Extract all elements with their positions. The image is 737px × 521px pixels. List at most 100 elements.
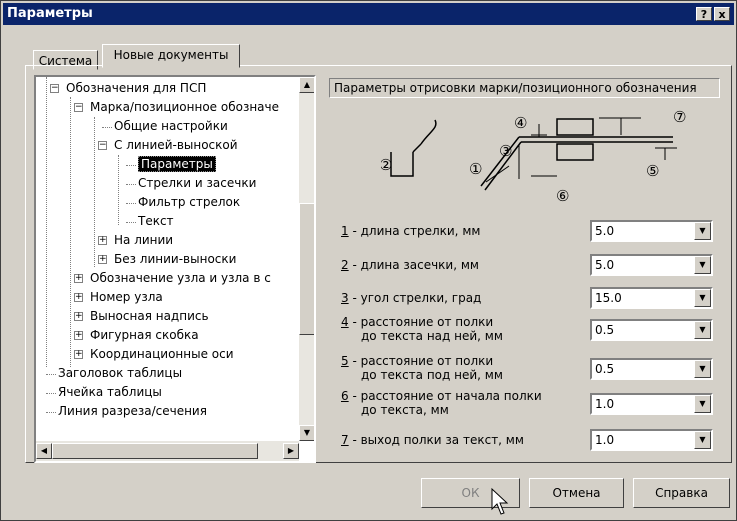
dropdown-arrow-icon[interactable]: ▼ [694, 222, 711, 240]
dropdown-arrow-icon[interactable]: ▼ [694, 289, 711, 307]
param-label-6: 6 - расстояние от начала полки до текста,… [341, 389, 542, 417]
expand-icon[interactable]: + [74, 274, 83, 283]
tree-item[interactable]: Марка/позиционное обозначе [90, 98, 279, 117]
tree-item-label: Марка/позиционное обозначе [90, 100, 280, 114]
tree-item-label: Выносная надпись [90, 309, 209, 323]
tree-item-label: Обозначение узла и узла в с [90, 271, 271, 285]
tree-item[interactable]: Общие настройки [114, 117, 228, 136]
param-label-3: 3 - угол стрелки, град [341, 291, 481, 305]
diagram-label-4: ④ [514, 114, 527, 132]
tree-connector [46, 393, 56, 394]
param-combo-7[interactable]: 1.0 ▼ [590, 429, 713, 451]
param-combo-3[interactable]: 15.0 ▼ [590, 287, 713, 309]
mouse-cursor-icon [491, 487, 509, 515]
tree-item[interactable]: Заголовок таблицы [58, 364, 182, 383]
scroll-down-icon[interactable]: ▼ [299, 425, 314, 441]
tree-item[interactable]: Выносная надпись [90, 307, 209, 326]
tree-item-label: Линия разреза/сечения [58, 404, 207, 418]
settings-tree[interactable]: − Обозначения для ПСП − Марка/позиционное о… [34, 75, 316, 463]
scroll-up-icon[interactable]: ▲ [299, 77, 314, 93]
tree-connector [126, 203, 136, 204]
tree-item-label: Ячейка таблицы [58, 385, 162, 399]
dropdown-arrow-icon[interactable]: ▼ [694, 360, 711, 378]
tree-item[interactable]: Ячейка таблицы [58, 383, 162, 402]
param-number: 7 [341, 433, 349, 447]
collapse-icon[interactable]: − [50, 84, 59, 93]
tree-item[interactable]: Фигурная скобка [90, 326, 199, 345]
scroll-left-icon[interactable]: ◀ [36, 443, 52, 459]
param-combo-5[interactable]: 0.5 ▼ [590, 358, 713, 380]
tree-item-label: Общие настройки [114, 119, 228, 133]
close-icon[interactable]: x [714, 7, 730, 21]
tree-connector [46, 77, 47, 367]
tree-item[interactable]: На линии [114, 231, 173, 250]
tree-connector [102, 127, 112, 128]
tree-item[interactable]: Координационные оси [90, 345, 234, 364]
tree-item[interactable]: Номер узла [90, 288, 163, 307]
diagram-label-7: ⑦ [673, 108, 686, 126]
tree-item-label: Текст [138, 214, 174, 228]
horizontal-scroll-thumb[interactable] [52, 443, 258, 459]
combo-value: 5.0 [595, 224, 615, 238]
diagram-label-6: ⑥ [556, 187, 569, 204]
combo-value: 15.0 [595, 291, 622, 305]
tree-item[interactable]: Фильтр стрелок [138, 193, 240, 212]
param-combo-2[interactable]: 5.0 ▼ [590, 254, 713, 276]
param-combo-1[interactable]: 5.0 ▼ [590, 220, 713, 242]
scroll-thumb[interactable] [299, 203, 314, 335]
tree-item[interactable]: Обозначение узла и узла в с [90, 269, 271, 288]
window-title: Параметры [7, 6, 93, 21]
tree-item[interactable]: Без линии-выноски [114, 250, 236, 269]
tab-new-documents[interactable]: Новые документы [102, 44, 240, 68]
param-text: - длина стрелки, мм [348, 224, 481, 238]
param-text-line2: до текста, мм [361, 403, 449, 417]
parameters-dialog: Параметры ? x Система Новые документы − О… [0, 0, 737, 521]
param-label-7: 7 - выход полки за текст, мм [341, 433, 524, 447]
help-button[interactable]: Справка [633, 478, 730, 508]
cancel-button[interactable]: Отмена [529, 478, 624, 508]
dropdown-arrow-icon[interactable]: ▼ [694, 431, 711, 449]
tree-connector [46, 374, 56, 375]
param-text: - длина засечки, мм [348, 258, 479, 272]
param-combo-6[interactable]: 1.0 ▼ [590, 393, 713, 415]
tree-item[interactable]: С линией-выноской [114, 136, 238, 155]
help-icon[interactable]: ? [696, 7, 712, 21]
expand-icon[interactable]: + [74, 350, 83, 359]
combo-value: 0.5 [595, 323, 615, 337]
tree-item-label: Без линии-выноски [114, 252, 237, 266]
tree-connector [70, 97, 71, 367]
param-text: - расстояние от полки [348, 354, 494, 368]
collapse-icon[interactable]: − [74, 103, 83, 112]
param-number: 6 [341, 389, 349, 403]
tree-item[interactable]: Стрелки и засечки [138, 174, 256, 193]
dropdown-arrow-icon[interactable]: ▼ [694, 395, 711, 413]
expand-icon[interactable]: + [74, 293, 83, 302]
combo-value: 0.5 [595, 362, 615, 376]
dropdown-arrow-icon[interactable]: ▼ [694, 321, 711, 339]
tree-item[interactable]: Линия разреза/сечения [58, 402, 207, 421]
panel-title: Параметры отрисовки марки/позиционного о… [329, 78, 720, 98]
tree-item[interactable]: Параметры [138, 155, 216, 174]
diagram-label-1: ① [469, 160, 482, 178]
tree-item[interactable]: Текст [138, 212, 174, 231]
param-text: - выход полки за текст, мм [348, 433, 524, 447]
param-text-line2: до текста над ней, мм [361, 329, 503, 343]
scroll-right-icon[interactable]: ▶ [283, 443, 299, 459]
tree-connector [126, 184, 136, 185]
tree-item-label: На линии [114, 233, 174, 247]
tree-item-label: С линией-выноской [114, 138, 238, 152]
diagram-label-2: ② [381, 156, 392, 174]
dropdown-arrow-icon[interactable]: ▼ [694, 256, 711, 274]
collapse-icon[interactable]: − [98, 141, 107, 150]
expand-icon[interactable]: + [98, 255, 107, 264]
expand-icon[interactable]: + [74, 312, 83, 321]
tree-item[interactable]: Обозначения для ПСП [66, 79, 206, 98]
tree-connector [126, 222, 136, 223]
param-combo-4[interactable]: 0.5 ▼ [590, 319, 713, 341]
param-text: - угол стрелки, град [348, 291, 482, 305]
expand-icon[interactable]: + [98, 236, 107, 245]
param-label-5: 5 - расстояние от полки до текста под ней… [341, 354, 503, 382]
expand-icon[interactable]: + [74, 331, 83, 340]
leader-diagram: ① ② ③ ④ ⑤ ⑥ ⑦ [381, 108, 686, 204]
param-number: 2 [341, 258, 349, 272]
